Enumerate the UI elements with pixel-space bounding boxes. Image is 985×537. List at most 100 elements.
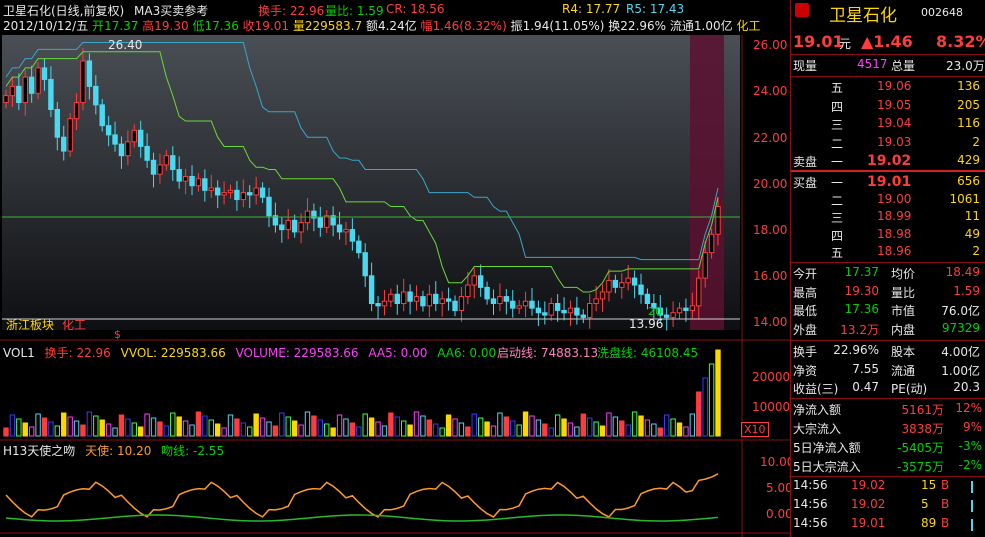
candle-body[interactable]	[99, 104, 105, 127]
ask-row[interactable]: 三 19.04 116	[791, 116, 985, 136]
candle-body[interactable]	[356, 240, 362, 254]
candle-body[interactable]	[413, 296, 420, 302]
candle-body[interactable]	[247, 192, 253, 196]
candle-body[interactable]	[54, 108, 61, 138]
candle-body[interactable]	[689, 305, 696, 311]
candle-body[interactable]	[702, 252, 708, 279]
candle-body[interactable]	[214, 187, 221, 196]
candle-body[interactable]	[61, 136, 67, 152]
candle-body[interactable]	[93, 85, 99, 106]
candle-body[interactable]	[266, 196, 272, 217]
candle-body[interactable]	[138, 129, 144, 147]
candle-body[interactable]	[118, 143, 125, 157]
candle-body[interactable]	[240, 192, 247, 201]
candle-body[interactable]	[471, 275, 477, 286]
candle-body[interactable]	[9, 85, 16, 97]
bid-row[interactable]: 五 18.96 2	[791, 244, 985, 264]
candle-body[interactable]	[3, 95, 9, 104]
candle-body[interactable]	[490, 298, 497, 305]
candle-body[interactable]	[593, 298, 599, 305]
industry-chart-label[interactable]: 化工	[62, 316, 86, 333]
candle-body[interactable]	[362, 252, 368, 277]
candle-body[interactable]	[580, 314, 586, 318]
region-label[interactable]: 浙江板块	[6, 316, 54, 333]
candle-body[interactable]	[452, 300, 458, 311]
candle-body[interactable]	[574, 307, 580, 316]
candle-body[interactable]	[676, 307, 683, 314]
candle-body[interactable]	[73, 102, 80, 120]
tick-row[interactable]: 14:56 19.02 15 B	[791, 478, 985, 498]
candle-body[interactable]	[202, 178, 208, 191]
candle-body[interactable]	[285, 219, 291, 231]
ask-row[interactable]: 四 19.05 205	[791, 98, 985, 118]
candle-body[interactable]	[182, 175, 189, 182]
candle-body[interactable]	[16, 85, 22, 104]
candle-body[interactable]	[41, 67, 48, 80]
candle-body[interactable]	[291, 219, 298, 233]
candle-body[interactable]	[548, 303, 554, 316]
ask-row[interactable]: 二 19.03 2	[791, 135, 985, 155]
candle-body[interactable]	[484, 286, 490, 300]
candle-body[interactable]	[542, 312, 548, 316]
candle-body[interactable]	[522, 300, 529, 307]
candle-body[interactable]	[253, 187, 259, 196]
candle-body[interactable]	[317, 217, 324, 228]
candle-body[interactable]	[516, 305, 522, 309]
candle-body[interactable]	[368, 275, 375, 305]
candle-body[interactable]	[208, 187, 214, 191]
candle-body[interactable]	[612, 279, 619, 288]
candle-body[interactable]	[535, 307, 542, 314]
candle-body[interactable]	[433, 293, 439, 305]
candle-body[interactable]	[67, 118, 73, 152]
candle-body[interactable]	[400, 291, 407, 305]
candle-body[interactable]	[426, 293, 433, 307]
candle-body[interactable]	[529, 300, 535, 309]
tick-row[interactable]: 14:56 19.02 5 B	[791, 497, 985, 517]
candle-body[interactable]	[407, 291, 413, 302]
candle-body[interactable]	[349, 229, 356, 242]
candle-body[interactable]	[683, 307, 689, 311]
candle-body[interactable]	[80, 60, 86, 104]
candle-body[interactable]	[195, 178, 202, 187]
candle-body[interactable]	[477, 275, 484, 288]
candle-body[interactable]	[567, 307, 574, 314]
candle-body[interactable]	[86, 60, 93, 87]
ask-row[interactable]: 五 19.06 136	[791, 79, 985, 99]
candle-body[interactable]	[625, 277, 631, 284]
candle-body[interactable]	[503, 296, 510, 302]
candle-body[interactable]	[381, 300, 388, 307]
candle-body[interactable]	[670, 312, 676, 318]
candle-body[interactable]	[631, 277, 638, 286]
candle-body[interactable]	[599, 291, 606, 300]
candle-body[interactable]	[644, 293, 651, 305]
candle-body[interactable]	[663, 314, 670, 318]
candle-body[interactable]	[170, 155, 176, 171]
candle-body[interactable]	[445, 298, 452, 302]
candle-body[interactable]	[125, 141, 131, 157]
candle-body[interactable]	[388, 293, 394, 302]
candle-body[interactable]	[157, 164, 163, 175]
candle-body[interactable]	[221, 192, 227, 196]
candle-body[interactable]	[715, 206, 721, 235]
candle-body[interactable]	[22, 76, 28, 104]
candle-body[interactable]	[510, 300, 516, 309]
candle-body[interactable]	[189, 175, 195, 187]
candle-body[interactable]	[420, 296, 426, 307]
candle-body[interactable]	[497, 296, 503, 305]
candle-body[interactable]	[112, 134, 118, 145]
candle-body[interactable]	[105, 125, 112, 136]
candle-body[interactable]	[163, 155, 170, 166]
candle-body[interactable]	[606, 279, 612, 293]
candle-body[interactable]	[465, 284, 471, 298]
candle-body[interactable]	[28, 76, 35, 94]
candle-body[interactable]	[48, 78, 54, 110]
candle-body[interactable]	[227, 189, 234, 194]
candle-body[interactable]	[234, 189, 240, 201]
candle-body[interactable]	[587, 303, 593, 318]
candle-body[interactable]	[619, 282, 625, 288]
candle-body[interactable]	[458, 296, 465, 311]
candle-body[interactable]	[375, 303, 381, 307]
industry-label[interactable]: 化工	[736, 19, 760, 33]
candle-body[interactable]	[561, 309, 567, 314]
candle-body[interactable]	[394, 293, 400, 305]
